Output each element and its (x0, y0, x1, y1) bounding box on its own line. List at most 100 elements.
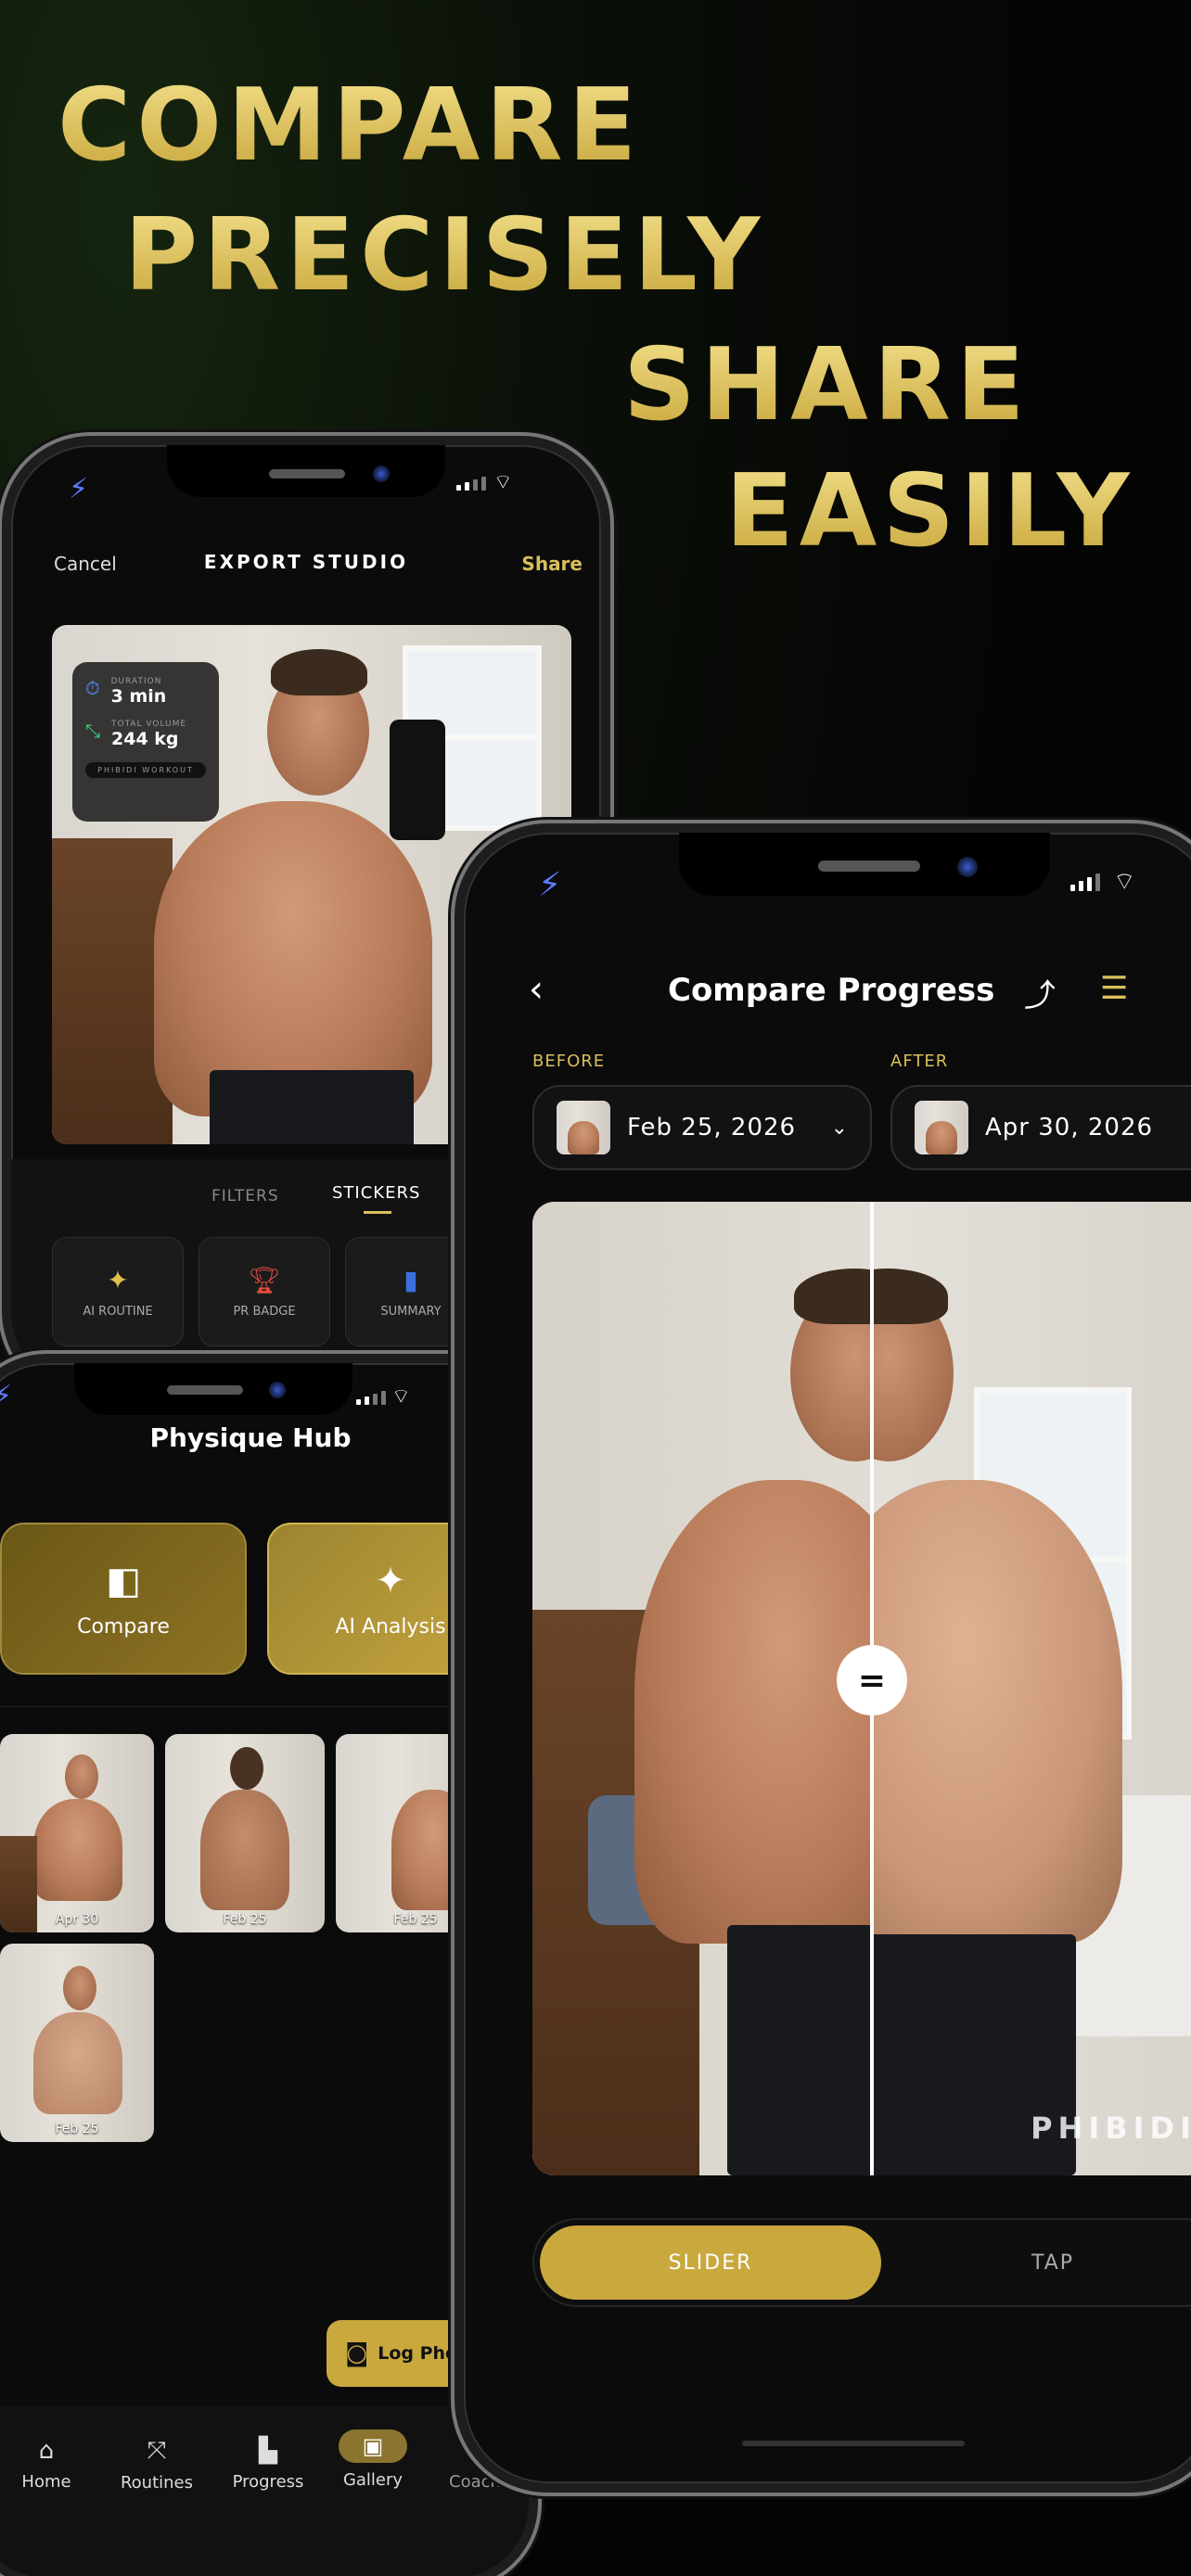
tab-stickers[interactable]: STICKERS (332, 1183, 420, 1203)
nav-label: Home (21, 2472, 71, 2492)
trophy-icon: 🏆︎ (248, 1265, 281, 1295)
nav-gallery[interactable]: ▣ Gallery (315, 2429, 430, 2490)
slider-mode-button[interactable]: SLIDER (540, 2225, 881, 2300)
head-shape (65, 1754, 98, 1799)
share-icon[interactable]: ⤴ (1024, 970, 1056, 1015)
adjustments-icon[interactable]: ☰ (1100, 970, 1128, 1007)
back-torso-shape (200, 1790, 289, 1910)
before-date-selector[interactable]: Feb 25, 2026 ⌄ (532, 1085, 872, 1170)
sparkles-icon: ✦ (375, 1559, 406, 1602)
after-photo: PHIBIDI (872, 1202, 1191, 2175)
hair-shape (794, 1269, 872, 1324)
home-icon: ⌂ (38, 2437, 55, 2465)
sticker-pr-badge[interactable]: 🏆︎ PR BADGE (198, 1237, 330, 1346)
torso-shape (634, 1480, 872, 1944)
shorts-shape (210, 1070, 414, 1144)
physique-hub-title: Physique Hub (149, 1422, 352, 1453)
sticker-option-label: AI ROUTINE (83, 1305, 153, 1319)
photo-date: Feb 25 (55, 2122, 99, 2136)
nav-routines[interactable]: ⤧ Routines (106, 2437, 208, 2493)
headline-easily: EASILY (725, 453, 1135, 569)
before-label: BEFORE (532, 1052, 606, 1071)
after-thumb (915, 1101, 968, 1154)
after-date-selector[interactable]: Apr 30, 2026 ⌄ (890, 1085, 1191, 1170)
compare-label: Compare (77, 1614, 170, 1639)
before-thumb (557, 1101, 610, 1154)
phone-camera (269, 1382, 286, 1398)
chart-icon: ▮ (403, 1265, 418, 1295)
smartphone-shape (390, 720, 445, 840)
compare-action-card[interactable]: ◧ Compare (0, 1523, 247, 1675)
app-logo-icon: ⚡ (0, 1380, 12, 1412)
compare-progress-phone: ⚡ ⌔ ‹ Compare Progress ⤴ ☰ BEFORE AFTER … (455, 823, 1191, 2493)
hair-shape (271, 649, 367, 695)
torso-shape (926, 1121, 957, 1154)
volume-label: TOTAL VOLUME (111, 720, 187, 729)
phone-camera (957, 857, 978, 877)
compare-icon: ◧ (106, 1559, 141, 1602)
compare-image-area[interactable]: PHIBIDI = (532, 1202, 1191, 2175)
export-studio-title: EXPORT STUDIO (203, 551, 409, 573)
phone-speaker (167, 1385, 243, 1395)
ai-analysis-label: AI Analysis (335, 1614, 446, 1639)
promo-canvas: COMPARE PRECISELY SHARE EASILY ⚡ ⌔ Cance… (0, 0, 1191, 2576)
torso-shape (33, 1799, 122, 1901)
wifi-icon: ⌔ (1113, 868, 1136, 896)
timer-icon: ⏱ (85, 677, 100, 699)
routines-icon: ⤧ (147, 2437, 167, 2465)
share-button[interactable]: Share (521, 553, 583, 575)
active-tab-underline (364, 1211, 391, 1214)
sticker-option-label: PR BADGE (233, 1305, 296, 1319)
headline-compare: COMPARE (58, 68, 643, 184)
phone-speaker (818, 861, 920, 872)
nav-label: Progress (232, 2472, 304, 2492)
photo-date: Apr 30 (55, 1912, 99, 1927)
gallery-icon: ▣ (338, 2429, 408, 2463)
slider-handle[interactable]: = (837, 1645, 907, 1715)
gallery-photo[interactable]: Feb 25 (165, 1734, 325, 1932)
sticker-option-label: SUMMARY (380, 1305, 442, 1319)
nav-label: Gallery (342, 2470, 403, 2490)
app-logo-icon: ⚡ (69, 473, 89, 505)
head-shape (230, 1747, 263, 1790)
wifi-icon: ⌔ (391, 1385, 411, 1409)
signal-icon (456, 477, 486, 491)
shorts-shape (727, 1925, 872, 2175)
wifi-icon: ⌔ (493, 471, 513, 494)
head-shape (63, 1966, 96, 2010)
phone-speaker (269, 469, 345, 478)
workout-sticker[interactable]: ⏱ DURATION 3 min ⤡ TOTAL VOLUME 244 kg P… (72, 662, 219, 822)
sparkles-icon: ✦ (107, 1265, 129, 1295)
after-date-value: Apr 30, 2026 (985, 1114, 1154, 1141)
back-chevron-icon[interactable]: ‹ (529, 968, 544, 1011)
before-photo (532, 1202, 872, 2175)
tap-mode-button[interactable]: TAP (890, 2225, 1191, 2300)
photo-date: Feb 25 (223, 1912, 267, 1927)
headline-share: SHARE (623, 327, 1031, 443)
signal-icon (356, 1391, 386, 1405)
tab-filters[interactable]: FILTERS (211, 1187, 279, 1205)
torso-shape (33, 2012, 122, 2114)
torso-shape (568, 1121, 599, 1154)
before-date-value: Feb 25, 2026 (627, 1114, 797, 1141)
torso-shape (872, 1480, 1122, 1944)
nav-label: Routines (120, 2473, 194, 2493)
phone-camera (373, 465, 390, 482)
home-indicator (742, 2441, 965, 2446)
headline-precisely: PRECISELY (124, 198, 766, 313)
app-logo-icon: ⚡ (538, 866, 562, 904)
watermark: PHIBIDI (1031, 2111, 1191, 2146)
chevron-down-icon: ⌄ (830, 1116, 848, 1140)
expand-icon: ⤡ (85, 720, 100, 742)
nav-home[interactable]: ⌂ Home (9, 2437, 83, 2492)
signal-icon (1070, 874, 1100, 891)
gallery-photo[interactable]: Apr 30 (0, 1734, 154, 1932)
divider (0, 1706, 529, 1707)
sticker-brand: PHIBIDI WORKOUT (85, 762, 206, 778)
gallery-photo[interactable]: Feb 25 (0, 1944, 154, 2142)
camera-icon: ◙ (345, 2340, 369, 2367)
sticker-ai-routine[interactable]: ✦ AI ROUTINE (52, 1237, 184, 1346)
after-label: AFTER (890, 1052, 949, 1071)
nav-progress[interactable]: ▙ Progress (217, 2437, 319, 2492)
volume-value: 244 kg (111, 729, 179, 749)
